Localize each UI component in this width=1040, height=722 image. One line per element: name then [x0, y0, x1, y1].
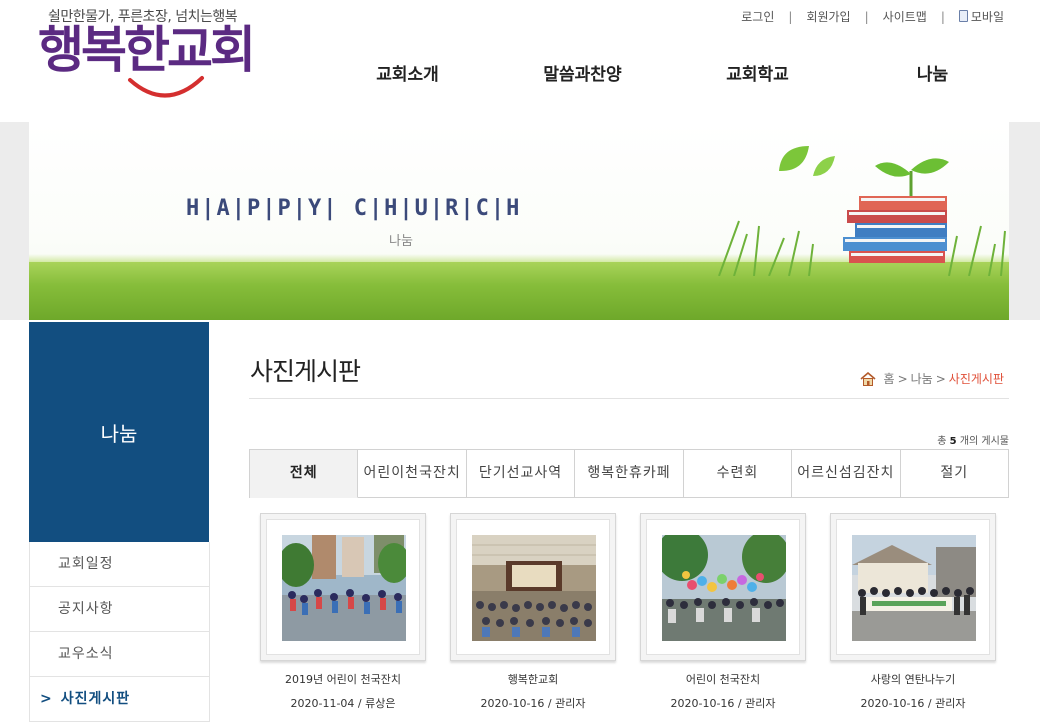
- post-count-suffix: 개의 게시물: [959, 436, 1009, 447]
- mobile-link[interactable]: 모바일: [958, 8, 1004, 25]
- chevron-right-icon: >: [40, 691, 53, 707]
- mobile-label: 모바일: [970, 10, 1004, 24]
- separator: |: [940, 9, 945, 24]
- post-count: 총 5 개의 게시물: [937, 432, 1009, 447]
- breadcrumb-separator: >: [935, 371, 946, 386]
- post-meta: 2020-11-04 / 류상은: [290, 697, 396, 710]
- logo-name: 행복한교회: [38, 21, 256, 79]
- breadcrumb-home[interactable]: 홈: [884, 370, 895, 387]
- banner-image: H|A|P|P|Y| C|H|U|R|C|H 나눔: [29, 122, 1009, 320]
- side-nav-item-schedule[interactable]: 교회일정: [30, 542, 209, 587]
- thumbnail-frame[interactable]: [640, 513, 806, 661]
- banner-slogan: H|A|P|P|Y| C|H|U|R|C|H: [186, 196, 522, 221]
- breadcrumb-current: 사진게시판: [948, 372, 1004, 386]
- post-title[interactable]: 행복한교회: [450, 671, 616, 687]
- tab-retreat[interactable]: 수련회: [683, 450, 793, 498]
- side-nav-label: 교우소식: [58, 646, 114, 662]
- side-nav: 교회일정 공지사항 교우소식 > 사진게시판: [29, 542, 210, 722]
- join-link[interactable]: 회원가입: [806, 8, 850, 25]
- hero-banner: H|A|P|P|Y| C|H|U|R|C|H 나눔: [0, 122, 1040, 320]
- post-title[interactable]: 어린이 천국잔치: [640, 671, 806, 687]
- post-meta: 2020-10-16 / 관리자: [670, 697, 776, 710]
- side-nav-title: 나눔: [29, 322, 209, 542]
- post-count-prefix: 총: [937, 436, 947, 447]
- breadcrumb: 홈 > 나눔 > 사진게시판: [860, 370, 1004, 387]
- tab-short-term-mission[interactable]: 단기선교사역: [466, 450, 576, 498]
- tab-children-festival[interactable]: 어린이천국잔치: [358, 450, 467, 498]
- side-nav-label: 사진게시판: [60, 691, 131, 707]
- post-meta: 2020-10-16 / 관리자: [860, 697, 966, 710]
- side-nav-label: 공지사항: [58, 601, 114, 617]
- logo-smile-icon: [128, 76, 204, 98]
- thumbnail-frame[interactable]: [260, 513, 426, 661]
- home-icon[interactable]: [860, 371, 876, 386]
- post-count-value: 5: [949, 436, 957, 447]
- side-nav-item-notices[interactable]: 공지사항: [30, 587, 209, 632]
- gallery-item[interactable]: 어린이 천국잔치 2020-10-16 / 관리자: [640, 513, 806, 711]
- books-sprout-icon: [718, 146, 1006, 276]
- side-nav-label: 교회일정: [58, 556, 114, 572]
- side-nav-item-photo-board[interactable]: > 사진게시판: [30, 677, 209, 722]
- breadcrumb-separator: >: [897, 371, 908, 386]
- page-title: 사진게시판: [250, 357, 361, 386]
- gallery-item[interactable]: 행복한교회 2020-10-16 / 관리자: [450, 513, 616, 711]
- tab-seasons[interactable]: 절기: [900, 450, 1009, 498]
- post-title[interactable]: 2019년 어린이 천국잔치: [260, 671, 426, 687]
- login-link[interactable]: 로그인: [741, 8, 774, 25]
- photo-thumbnail: [472, 535, 596, 641]
- photo-thumbnail: [662, 535, 786, 641]
- main-nav: 교회소개 말씀과찬양 교회학교 나눔: [320, 60, 1020, 85]
- photo-thumbnail: [852, 535, 976, 641]
- separator: |: [864, 9, 869, 24]
- banner-side-left: [0, 122, 29, 320]
- title-divider: [249, 398, 1009, 399]
- post-meta: 2020-10-16 / 관리자: [480, 697, 586, 710]
- side-nav-item-member-news[interactable]: 교우소식: [30, 632, 209, 677]
- tab-elders-festival[interactable]: 어르신섬김잔치: [792, 450, 901, 498]
- post-title[interactable]: 사랑의 연탄나누기: [830, 671, 996, 687]
- banner-subtitle: 나눔: [389, 234, 413, 249]
- photo-thumbnail: [282, 535, 406, 641]
- tab-happy-cafe[interactable]: 행복한휴카페: [575, 450, 684, 498]
- banner-side-right: [1009, 122, 1040, 320]
- thumbnail-frame[interactable]: [450, 513, 616, 661]
- gallery-item[interactable]: 2019년 어린이 천국잔치 2020-11-04 / 류상은: [260, 513, 426, 711]
- nav-item-sharing[interactable]: 나눔: [845, 60, 1020, 85]
- nav-item-about[interactable]: 교회소개: [320, 60, 495, 85]
- category-tabs: 전체 어린이천국잔치 단기선교사역 행복한휴카페 수련회 어르신섬김잔치 절기: [249, 449, 1009, 498]
- gallery-item[interactable]: 사랑의 연탄나누기 2020-10-16 / 관리자: [830, 513, 996, 711]
- nav-item-church-school[interactable]: 교회학교: [670, 60, 845, 85]
- utility-links: 로그인 | 회원가입 | 사이트맵 | 모바일: [741, 8, 1004, 25]
- tab-all[interactable]: 전체: [250, 450, 359, 498]
- sitemap-link[interactable]: 사이트맵: [883, 8, 927, 25]
- nav-item-word-praise[interactable]: 말씀과찬양: [495, 60, 670, 85]
- thumbnail-frame[interactable]: [830, 513, 996, 661]
- separator: |: [788, 9, 793, 24]
- breadcrumb-section[interactable]: 나눔: [911, 370, 933, 387]
- mobile-phone-icon: [958, 10, 968, 22]
